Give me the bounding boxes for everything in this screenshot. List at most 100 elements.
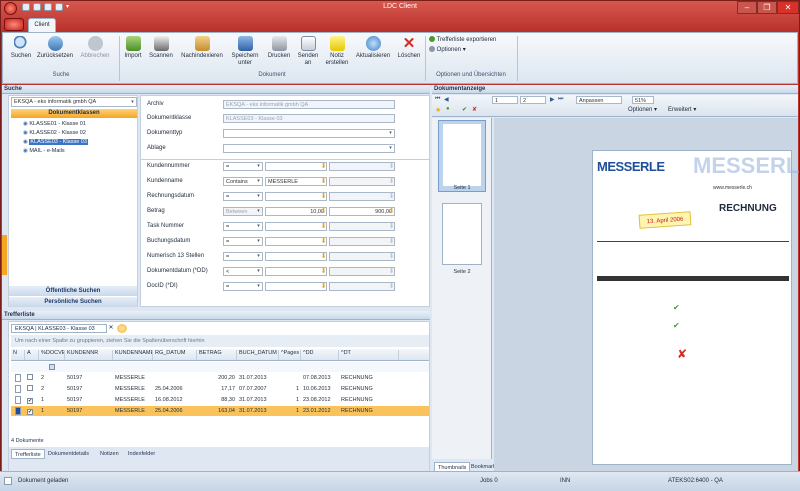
- doctype-field[interactable]: [223, 129, 395, 138]
- row-checkbox[interactable]: ✔: [27, 398, 33, 404]
- save-as-button[interactable]: Speichern unter: [229, 36, 261, 76]
- quick-access-icon-2[interactable]: [33, 3, 41, 11]
- column-header[interactable]: ^DD: [301, 350, 339, 360]
- tab-dokumentdetails[interactable]: Dokumentdetails: [45, 449, 92, 459]
- scan-button[interactable]: Scannen: [147, 36, 175, 76]
- ablage-field[interactable]: [223, 144, 395, 153]
- table-row[interactable]: ✔ 1 50197 MESSERLE 25.04.2006 163,04 31.07.201…: [11, 406, 429, 416]
- public-searches-header[interactable]: Öffentliche Suchen: [9, 286, 137, 296]
- value-from-input[interactable]: [265, 252, 327, 261]
- document-classes-header[interactable]: Dokumentklassen: [11, 109, 137, 118]
- value-from-input[interactable]: [265, 162, 327, 171]
- arrow-down-icon[interactable]: ⬇: [387, 162, 396, 171]
- column-header[interactable]: KUNDENNAME: [113, 350, 153, 360]
- quick-access-icon-4[interactable]: [55, 3, 63, 11]
- arrow-down-icon[interactable]: ⬇: [319, 192, 328, 201]
- tree-item-selected[interactable]: ◉ KLASSE03 - Klasse 03: [23, 138, 88, 147]
- close-button[interactable]: ✕: [777, 1, 799, 14]
- new-tab-icon[interactable]: [117, 324, 127, 333]
- chevron-down-icon[interactable]: ▾: [255, 162, 262, 171]
- column-header[interactable]: BUCH_DATUM: [237, 350, 279, 360]
- last-page-icon[interactable]: ⏭: [558, 96, 563, 103]
- maximize-button[interactable]: ❐: [757, 1, 777, 14]
- close-tab-icon[interactable]: ✕: [107, 324, 115, 333]
- check-icon[interactable]: ✔: [462, 106, 467, 113]
- prev-page-icon[interactable]: ◀: [444, 96, 449, 103]
- column-header[interactable]: A: [25, 350, 39, 360]
- fit-select[interactable]: Anpassen: [576, 96, 622, 104]
- tab-trefferliste[interactable]: Trefferliste: [11, 449, 45, 459]
- chevron-down-icon[interactable]: ▾: [255, 207, 262, 216]
- archive-select[interactable]: EKSQA - eks informatik gmbh QA: [11, 97, 137, 107]
- delete-button[interactable]: ✕ Löschen: [395, 36, 423, 76]
- chevron-down-icon[interactable]: ▾: [255, 222, 262, 231]
- viewer-options-button[interactable]: Optionen ▾: [628, 106, 657, 113]
- arrow-down-icon[interactable]: ⬇: [387, 207, 396, 216]
- arrow-down-icon[interactable]: ⬇: [319, 282, 328, 291]
- table-row[interactable]: 2 50197 MESSERLE 200,20 31.07.2013 07.08.2013…: [11, 373, 429, 383]
- arrow-down-icon[interactable]: ⬇: [319, 267, 328, 276]
- arrow-down-icon[interactable]: ⬇: [387, 177, 396, 186]
- value-to-input[interactable]: [329, 252, 395, 261]
- value-from-input[interactable]: [265, 267, 327, 276]
- chevron-down-icon[interactable]: ▾: [255, 252, 262, 261]
- column-header[interactable]: N: [11, 350, 25, 360]
- chevron-down-icon[interactable]: ▾: [387, 144, 394, 153]
- reindex-button[interactable]: Nachindexieren: [177, 36, 227, 76]
- x-icon[interactable]: ✘: [472, 106, 477, 113]
- arrow-down-icon[interactable]: ⬇: [387, 282, 396, 291]
- row-checkbox[interactable]: [27, 385, 33, 391]
- tree-item[interactable]: ◉ MAIL - e-Mails: [23, 147, 88, 156]
- import-button[interactable]: Import: [121, 36, 145, 76]
- chevron-down-icon[interactable]: ▾: [129, 98, 136, 107]
- first-page-icon[interactable]: ⏮: [435, 96, 440, 103]
- arrow-down-icon[interactable]: ⬇: [387, 237, 396, 246]
- value-to-input[interactable]: [329, 177, 395, 186]
- personal-searches-header[interactable]: Persönliche Suchen: [9, 297, 137, 307]
- value-to-input[interactable]: [329, 237, 395, 246]
- thumbnail-page-2[interactable]: [442, 203, 482, 265]
- value-to-input[interactable]: [329, 192, 395, 201]
- value-to-input[interactable]: [329, 282, 395, 291]
- quick-access-dropdown-icon[interactable]: ▾: [66, 3, 72, 11]
- tab-indexfelder[interactable]: Indexfelder: [125, 449, 158, 459]
- arrow-down-icon[interactable]: ⬇: [319, 237, 328, 246]
- cancel-button[interactable]: Abbrechen: [77, 36, 113, 76]
- star-icon[interactable]: ★: [435, 106, 441, 114]
- chevron-down-icon[interactable]: ▾: [255, 267, 262, 276]
- archive-field[interactable]: EKSQA - eks informatik gmbh QA: [223, 100, 395, 109]
- table-row[interactable]: 2 50197 MESSERLE 25.04.2006 17,17 07.07.2007 1…: [11, 384, 429, 394]
- column-header[interactable]: BETRAG: [197, 350, 237, 360]
- row-checkbox[interactable]: [27, 374, 33, 380]
- arrow-down-icon[interactable]: ⬇: [319, 222, 328, 231]
- column-header[interactable]: %DOCVERSION: [39, 350, 65, 360]
- column-header[interactable]: RG_DATUM: [153, 350, 197, 360]
- chevron-down-icon[interactable]: ▾: [255, 177, 262, 186]
- value-from-input[interactable]: [265, 192, 327, 201]
- options-button[interactable]: Optionen ▾: [429, 46, 466, 55]
- next-page-icon[interactable]: ▶: [550, 96, 555, 103]
- value-to-input[interactable]: [329, 162, 395, 171]
- zoom-input[interactable]: 51%: [632, 96, 654, 104]
- column-header[interactable]: ^Pages: [279, 350, 301, 360]
- value-to-input[interactable]: [329, 222, 395, 231]
- arrow-down-icon[interactable]: ⬇: [319, 162, 328, 171]
- filter-checkbox[interactable]: [49, 364, 55, 370]
- stamp-icon[interactable]: ●: [446, 106, 450, 112]
- column-header[interactable]: KUNDENNR: [65, 350, 113, 360]
- send-to-button[interactable]: Senden an: [296, 36, 320, 76]
- value-to-input[interactable]: [329, 267, 395, 276]
- quick-access-icon-1[interactable]: [22, 3, 30, 11]
- quick-access-icon-3[interactable]: [44, 3, 52, 11]
- page-input[interactable]: 1: [492, 96, 518, 104]
- reset-button[interactable]: Zurücksetzen: [35, 36, 75, 76]
- value-to-input[interactable]: 900,00: [329, 207, 395, 216]
- value-from-input[interactable]: 10,00: [265, 207, 327, 216]
- chevron-down-icon[interactable]: ▾: [387, 129, 394, 138]
- value-from-input[interactable]: MESSERLE: [265, 177, 327, 186]
- splitter-handle[interactable]: [2, 235, 7, 275]
- print-button[interactable]: Drucken: [264, 36, 294, 76]
- arrow-down-icon[interactable]: ⬇: [319, 207, 328, 216]
- chevron-down-icon[interactable]: ▾: [255, 192, 262, 201]
- arrow-down-icon[interactable]: ⬇: [319, 252, 328, 261]
